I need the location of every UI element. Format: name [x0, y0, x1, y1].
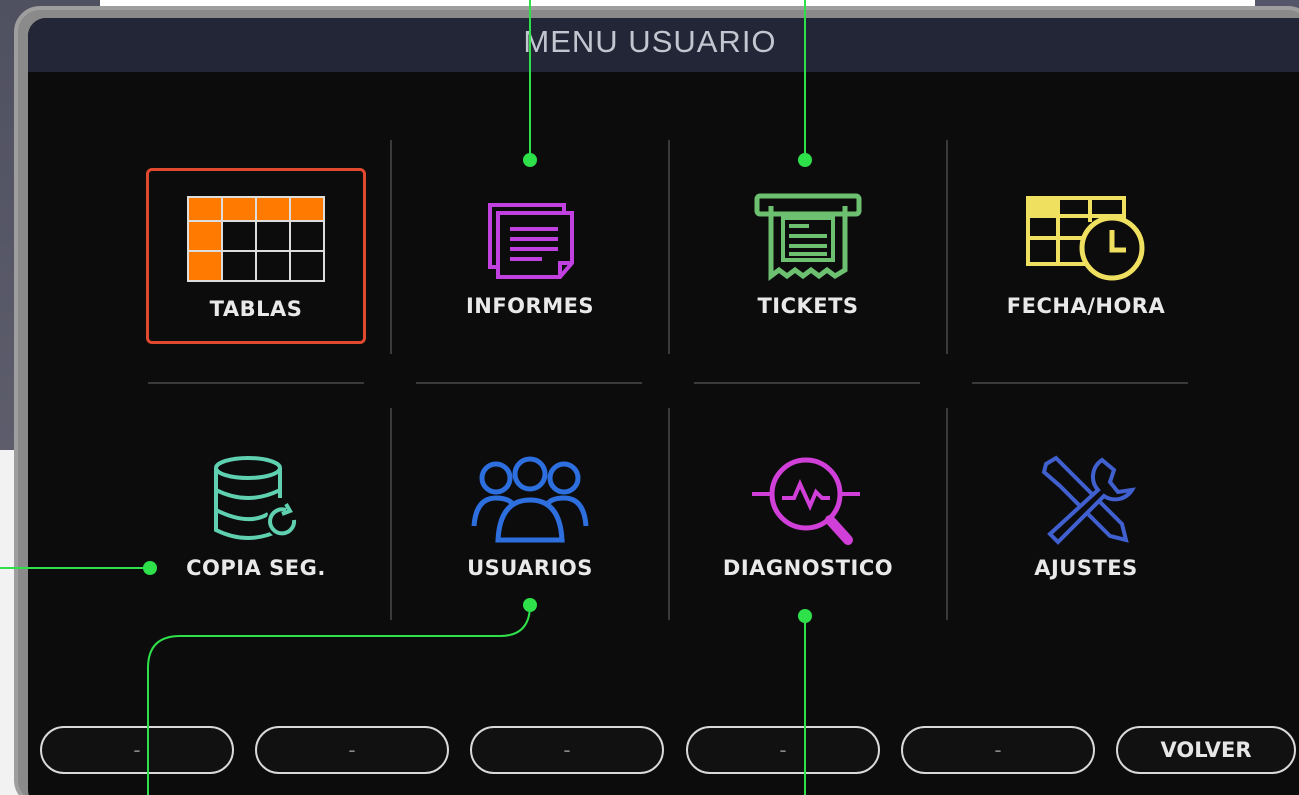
menu-item-label: USUARIOS [467, 556, 593, 580]
menu-item-label: INFORMES [465, 294, 595, 318]
menu-item-usuarios[interactable]: USUARIOS [420, 430, 640, 606]
table-icon [187, 196, 325, 282]
function-button-5[interactable]: - [901, 726, 1095, 774]
menu-item-ajustes[interactable]: AJUSTES [976, 430, 1196, 606]
grid-divider [694, 382, 920, 384]
calendar-clock-icon [1026, 196, 1145, 281]
function-button-3[interactable]: - [470, 726, 664, 774]
report-icon [488, 203, 574, 279]
grid-divider [416, 382, 642, 384]
menu-item-diagnostico[interactable]: DIAGNOSTICO [698, 430, 918, 606]
wrench-screwdriver-icon [1041, 455, 1136, 545]
device-screen: MENU USUARIO TABLAS INFORMES TICKETS FEC… [28, 18, 1299, 795]
function-button-1[interactable]: - [40, 726, 234, 774]
screen-title: MENU USUARIO [523, 24, 777, 59]
grid-divider [668, 408, 670, 620]
title-bar: MENU USUARIO [28, 18, 1299, 72]
grid-divider [972, 382, 1188, 384]
menu-item-label: DIAGNOSTICO [722, 556, 894, 580]
diagnostic-magnifier-icon [752, 457, 860, 545]
menu-item-label: AJUSTES [1034, 556, 1138, 580]
menu-item-label: TICKETS [757, 294, 859, 318]
ticket-printer-icon [754, 193, 862, 281]
menu-item-informes[interactable]: INFORMES [420, 168, 640, 344]
function-button-2[interactable]: - [255, 726, 449, 774]
menu-item-tickets[interactable]: TICKETS [698, 168, 918, 344]
volver-button[interactable]: VOLVER [1116, 726, 1296, 774]
grid-divider [390, 140, 392, 354]
menu-item-tablas[interactable]: TABLAS [146, 168, 366, 344]
menu-item-label: COPIA SEG. [186, 556, 326, 580]
menu-item-label: TABLAS [209, 297, 303, 321]
grid-divider [148, 382, 364, 384]
users-group-icon [471, 456, 589, 543]
grid-divider [668, 140, 670, 354]
menu-item-fecha-hora[interactable]: FECHA/HORA [976, 168, 1196, 344]
database-backup-icon [214, 456, 298, 540]
grid-divider [390, 408, 392, 620]
menu-item-label: FECHA/HORA [1006, 294, 1166, 318]
grid-divider [946, 408, 948, 620]
function-button-4[interactable]: - [686, 726, 880, 774]
grid-divider [946, 140, 948, 354]
menu-item-copia-seg[interactable]: COPIA SEG. [146, 430, 366, 606]
